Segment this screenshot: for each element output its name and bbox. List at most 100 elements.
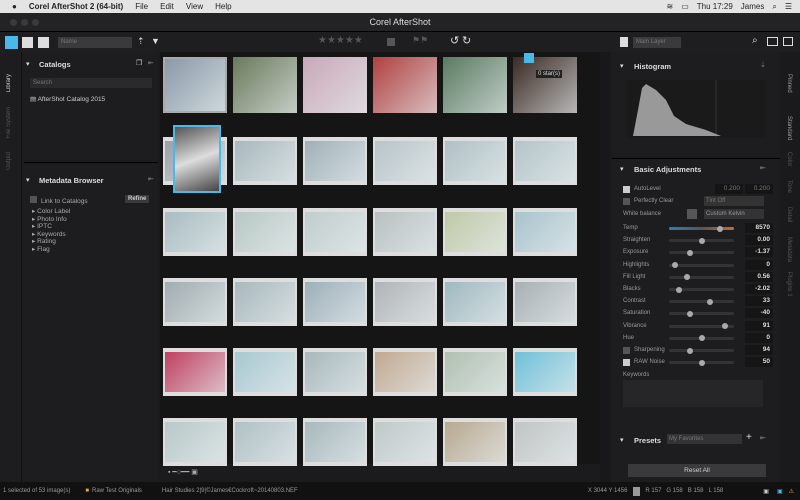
thumbnail[interactable]: [373, 208, 437, 256]
fullscreen-icon[interactable]: [783, 37, 793, 46]
thumbnail[interactable]: [163, 418, 227, 466]
perfectly-clear-checkbox[interactable]: [623, 197, 630, 205]
collapse-catalogs-icon[interactable]: ▾: [26, 60, 30, 68]
single-view-icon[interactable]: [38, 37, 49, 48]
thumbnail-size-slider[interactable]: ▪ ━○━━ ▣: [168, 468, 198, 476]
collapse-metadata-icon[interactable]: ▾: [26, 176, 30, 184]
thumbnail[interactable]: [373, 278, 437, 326]
slider-value[interactable]: 8570: [745, 223, 773, 233]
tree-item-keywords[interactable]: ▸ Keywords: [32, 231, 70, 239]
collapse-basic-icon[interactable]: ▾: [620, 165, 624, 173]
slider-value[interactable]: 0: [745, 332, 773, 343]
tree-item-rating[interactable]: ▸ Rating: [32, 238, 70, 246]
thumbnail[interactable]: [513, 57, 577, 113]
add-catalog-icon[interactable]: ❐: [136, 59, 142, 67]
slider-value[interactable]: -40: [745, 308, 773, 319]
clock[interactable]: Thu 17:29: [697, 2, 733, 11]
thumbnail[interactable]: [303, 348, 367, 396]
rating-stars[interactable]: ★★★★★: [318, 35, 363, 46]
catalog-item[interactable]: ▤ AfterShot Catalog 2015: [30, 95, 105, 103]
sort-direction-icon[interactable]: ⇡: [137, 36, 145, 47]
slider-track[interactable]: [669, 274, 734, 281]
slider-value[interactable]: 50: [745, 357, 773, 368]
selected-marker[interactable]: [524, 53, 534, 63]
slider-knob[interactable]: [671, 262, 678, 269]
keywords-input[interactable]: [623, 380, 763, 407]
slider-value[interactable]: -2.02: [745, 284, 773, 294]
wifi-icon[interactable]: ≋: [666, 2, 673, 11]
slider-track[interactable]: [669, 237, 734, 244]
slider-track[interactable]: [669, 335, 734, 342]
sort-select[interactable]: Name: [58, 37, 132, 48]
lock-icon[interactable]: ▣: [777, 488, 783, 495]
zoom-window-button[interactable]: [32, 19, 39, 26]
autolevel-low[interactable]: 0.200: [715, 184, 743, 194]
reset-all-button[interactable]: Reset All: [628, 464, 766, 477]
slider-knob[interactable]: [707, 298, 714, 305]
slider-knob[interactable]: [698, 237, 705, 244]
notification-icon[interactable]: ☰: [785, 2, 792, 11]
zoom-icon[interactable]: ⌕: [752, 35, 758, 46]
slider-track[interactable]: [669, 249, 734, 256]
autolevel-high[interactable]: 0.200: [745, 184, 773, 194]
raw-noise-checkbox[interactable]: [623, 358, 630, 366]
thumbnail[interactable]: [303, 278, 367, 326]
thumbnail[interactable]: [233, 208, 297, 256]
pin-icon[interactable]: ⇣: [760, 61, 766, 69]
tree-item-photo-info[interactable]: ▸ Photo Info: [32, 216, 70, 224]
tree-item-iptc[interactable]: ▸ IPTC: [32, 223, 70, 231]
grid-scrollbar[interactable]: [600, 52, 610, 482]
app-menu[interactable]: Corel AfterShot 2 (64-bit): [29, 2, 123, 11]
slider-track[interactable]: [669, 347, 734, 354]
filter-icon[interactable]: ▼: [151, 36, 160, 46]
thumbnail[interactable]: [443, 278, 507, 326]
thumbnail[interactable]: [163, 208, 227, 256]
battery-icon[interactable]: ▭: [681, 2, 689, 11]
slider-value[interactable]: -1.37: [745, 247, 773, 258]
tab-library[interactable]: Library: [6, 74, 12, 92]
slider-track[interactable]: [669, 262, 734, 269]
eyedropper-icon[interactable]: [687, 209, 697, 219]
thumbnail[interactable]: [373, 418, 437, 466]
slider-value[interactable]: 0.00: [745, 235, 773, 246]
folder-name[interactable]: Raw Test Originals: [92, 488, 142, 494]
color-label-icon[interactable]: [387, 38, 395, 46]
slider-track[interactable]: [669, 310, 734, 317]
spotlight-icon[interactable]: ⌕: [772, 2, 776, 12]
layer-select[interactable]: Main Layer: [633, 37, 681, 48]
minimize-window-button[interactable]: [21, 19, 28, 26]
pin-icon[interactable]: ⇤: [760, 164, 766, 172]
tab-pinned[interactable]: Pinned: [786, 74, 792, 93]
slider-knob[interactable]: [683, 274, 690, 281]
thumbnail[interactable]: [163, 278, 227, 326]
collapse-presets-icon[interactable]: ▾: [620, 436, 624, 444]
thumbnail[interactable]: [373, 57, 437, 113]
thumbnail[interactable]: [163, 348, 227, 396]
slider-value[interactable]: 0.56: [745, 271, 773, 282]
tab-detail[interactable]: Detail: [786, 207, 792, 222]
grid-view-icon[interactable]: [5, 36, 18, 49]
flag-icons[interactable]: ⚑⚑: [412, 35, 428, 46]
thumbnail[interactable]: [373, 348, 437, 396]
filmstrip-view-icon[interactable]: [22, 37, 33, 48]
compare-icon[interactable]: ▣: [763, 488, 769, 495]
slider-value[interactable]: 91: [745, 320, 773, 331]
menu-view[interactable]: View: [186, 2, 203, 11]
thumbnail[interactable]: [233, 137, 297, 185]
tab-plugins-1[interactable]: Plugins 1: [786, 272, 792, 297]
thumbnail[interactable]: [163, 57, 227, 113]
thumbnail[interactable]: [303, 137, 367, 185]
selected-thumbnail[interactable]: [173, 125, 221, 193]
pin-icon[interactable]: ⇤: [148, 59, 154, 67]
menu-edit[interactable]: Edit: [160, 2, 174, 11]
collapse-histogram-icon[interactable]: ▾: [620, 62, 624, 70]
slider-value[interactable]: 94: [745, 345, 773, 355]
thumbnail[interactable]: [233, 57, 297, 113]
thumbnail[interactable]: [513, 348, 577, 396]
tree-item-flag[interactable]: ▸ Flag: [32, 246, 70, 254]
thumbnail[interactable]: [513, 278, 577, 326]
thumbnail[interactable]: [233, 348, 297, 396]
catalog-search-input[interactable]: Search: [30, 78, 152, 88]
slider-track[interactable]: [669, 323, 734, 330]
tab-color[interactable]: Color: [786, 152, 792, 166]
